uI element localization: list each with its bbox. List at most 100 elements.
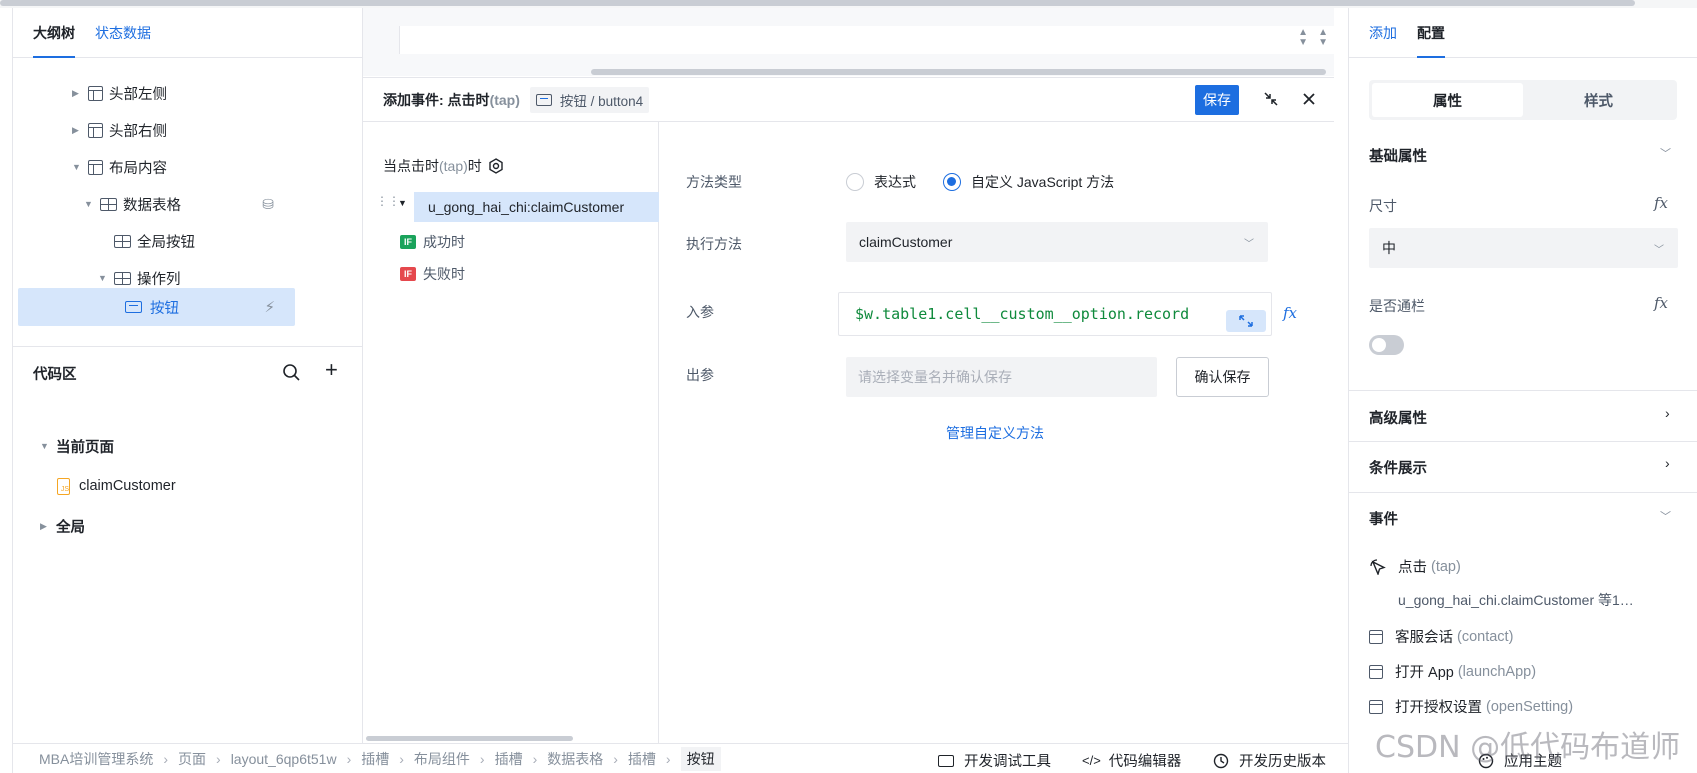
code-editor-button[interactable]: </> 代码编辑器 (1082, 750, 1181, 771)
search-icon[interactable] (282, 363, 301, 382)
breadcrumb-item[interactable]: 布局组件 (414, 749, 470, 769)
radio-circle[interactable] (846, 173, 864, 191)
tree-current-page[interactable]: ▼ 当前页面 (40, 426, 114, 466)
sort-icon[interactable]: ▲ ▼ (1318, 28, 1328, 48)
event-open-setting[interactable]: 打开授权设置 (openSetting) (1369, 696, 1573, 717)
breadcrumb-item[interactable]: 插槽 (628, 749, 656, 769)
breadcrumb-item[interactable]: 插槽 (361, 749, 389, 769)
property-style-switch: 属性 样式 (1369, 80, 1677, 120)
segment-properties[interactable]: 属性 (1372, 83, 1523, 117)
input-param-field[interactable]: $w.table1.cell__custom__option.record (838, 292, 1272, 336)
caret-down-icon[interactable]: ▼ (398, 198, 407, 208)
trigger-text: 当点击时 (383, 158, 439, 174)
radio-circle-checked[interactable] (943, 173, 961, 191)
output-variable-input[interactable]: 请选择变量名并确认保存 (846, 357, 1157, 397)
lightning-icon[interactable]: ⚡ (264, 298, 275, 316)
tree-item-header-right[interactable]: ▶ 头部右侧 (72, 110, 167, 150)
chevron-right-icon[interactable]: › (1665, 455, 1670, 471)
failure-label: 失败时 (423, 266, 465, 282)
chevron-down-icon[interactable]: ﹀ (1660, 145, 1671, 161)
event-name: 打开 App (1395, 665, 1454, 681)
tab-state-data[interactable]: 状态数据 (95, 8, 151, 57)
event-contact[interactable]: 客服会话 (contact) (1369, 626, 1513, 647)
calendar-icon (1369, 629, 1383, 644)
top-scrollbar-thumb[interactable] (0, 0, 1635, 6)
breadcrumb-item[interactable]: 插槽 (495, 749, 523, 769)
failure-branch[interactable]: IF 失败时 (400, 264, 465, 284)
tab-outline-tree[interactable]: 大纲树 (33, 8, 75, 58)
calendar-icon (1369, 664, 1383, 679)
caret-right-icon[interactable]: ▶ (72, 125, 82, 136)
segment-style[interactable]: 样式 (1523, 83, 1674, 117)
chevron-right-icon[interactable]: › (1665, 405, 1670, 421)
events-title[interactable]: 事件 (1369, 508, 1398, 529)
tree-global[interactable]: ▶ 全局 (40, 506, 85, 546)
caret-right-icon[interactable]: ▶ (40, 521, 50, 532)
fx-icon[interactable]: fx (1654, 194, 1668, 212)
full-width-toggle[interactable] (1369, 335, 1404, 355)
fx-icon[interactable]: fx (1283, 304, 1297, 322)
event-launch-app[interactable]: 打开 App (launchApp) (1369, 661, 1536, 682)
caret-right-icon[interactable]: ▶ (72, 88, 82, 99)
add-icon[interactable]: + (325, 357, 338, 383)
event-name: 客服会话 (1395, 630, 1453, 646)
close-icon[interactable] (1302, 92, 1316, 106)
tab-config[interactable]: 配置 (1417, 8, 1445, 58)
database-icon[interactable]: ⛁ (262, 196, 274, 213)
success-branch[interactable]: IF 成功时 (400, 232, 465, 252)
breadcrumb-item[interactable]: 页面 (178, 749, 206, 769)
tree-item-header-left[interactable]: ▶ 头部左侧 (72, 73, 167, 113)
breadcrumb-separator: › (479, 750, 485, 767)
dev-history-button[interactable]: 开发历史版本 (1213, 750, 1326, 771)
trigger-label: 当点击时 (tap) 时 (383, 156, 504, 176)
fx-icon[interactable]: fx (1654, 294, 1668, 312)
code-file-item[interactable]: JS claimCustomer (57, 466, 176, 506)
exec-method-select[interactable]: claimCustomer ﹀ (846, 222, 1268, 262)
breadcrumb-item[interactable]: layout_6qp6t51w (231, 751, 337, 767)
settings-icon[interactable] (488, 158, 504, 174)
top-scrollbar[interactable] (0, 0, 1697, 8)
conditional-display-title[interactable]: 条件展示 (1369, 457, 1427, 478)
layout-icon (88, 159, 103, 175)
caret-down-icon[interactable]: ▼ (98, 273, 108, 283)
breadcrumb-separator: › (216, 750, 221, 767)
tree-item-global-buttons[interactable]: 全局按钮 (114, 221, 195, 261)
radio-expression[interactable]: 表达式 (846, 172, 916, 192)
confirm-save-button[interactable]: 确认保存 (1176, 357, 1269, 397)
breadcrumb-separator: › (163, 750, 169, 767)
basic-properties-title[interactable]: 基础属性 (1369, 145, 1427, 166)
chevron-down-icon: ﹀ (1654, 244, 1664, 256)
tree-item-layout-content[interactable]: ▼ 布局内容 (72, 147, 167, 187)
size-select[interactable]: 中 ﹀ (1369, 228, 1678, 268)
drag-handle-icon[interactable]: ⋮⋮ (376, 195, 400, 207)
collapse-icon[interactable] (1263, 91, 1279, 107)
tree-item-label: 全局按钮 (137, 234, 195, 251)
manage-custom-methods-link[interactable]: 管理自定义方法 (946, 423, 1044, 443)
breadcrumb-item-current[interactable]: 按钮 (680, 746, 721, 771)
sort-icon[interactable]: ▲ ▼ (1298, 28, 1308, 48)
tree-item-data-table[interactable]: ▼ 数据表格 ⛁ (84, 184, 274, 224)
advanced-properties-title[interactable]: 高级属性 (1369, 407, 1427, 428)
breadcrumb-item[interactable]: MBA培训管理系统 (39, 749, 153, 769)
tree-item-button[interactable]: 按钮 ⚡ (125, 287, 275, 327)
divider (1349, 492, 1697, 493)
selected-method-row[interactable]: u_gong_hai_chi:claimCustomer (414, 192, 659, 222)
action-list-scrollbar[interactable] (366, 736, 573, 741)
caret-down-icon[interactable]: ▼ (84, 199, 94, 209)
watermark: CSDN @低代码布道师 (1375, 730, 1681, 765)
dev-debug-tools-button[interactable]: 开发调试工具 (938, 750, 1051, 771)
event-name: 打开授权设置 (1395, 700, 1482, 716)
radio-custom-js[interactable]: 自定义 JavaScript 方法 (943, 172, 1114, 192)
tree-item-label: 数据表格 (123, 197, 181, 214)
caret-down-icon[interactable]: ▼ (72, 162, 82, 172)
caret-down-icon[interactable]: ▼ (40, 441, 50, 451)
event-tap-action[interactable]: u_gong_hai_chi.claimCustomer 等1… (1398, 590, 1634, 610)
save-button[interactable]: 保存 (1195, 85, 1239, 115)
chevron-down-icon[interactable]: ﹀ (1660, 508, 1671, 524)
breadcrumb-item[interactable]: 数据表格 (547, 749, 603, 769)
tab-add[interactable]: 添加 (1369, 8, 1397, 57)
canvas-scrollbar[interactable] (591, 69, 1326, 75)
expand-editor-button[interactable] (1226, 310, 1266, 332)
input-param-label: 入参 (686, 304, 714, 320)
event-tap[interactable]: 点击 (tap) (1369, 556, 1461, 577)
